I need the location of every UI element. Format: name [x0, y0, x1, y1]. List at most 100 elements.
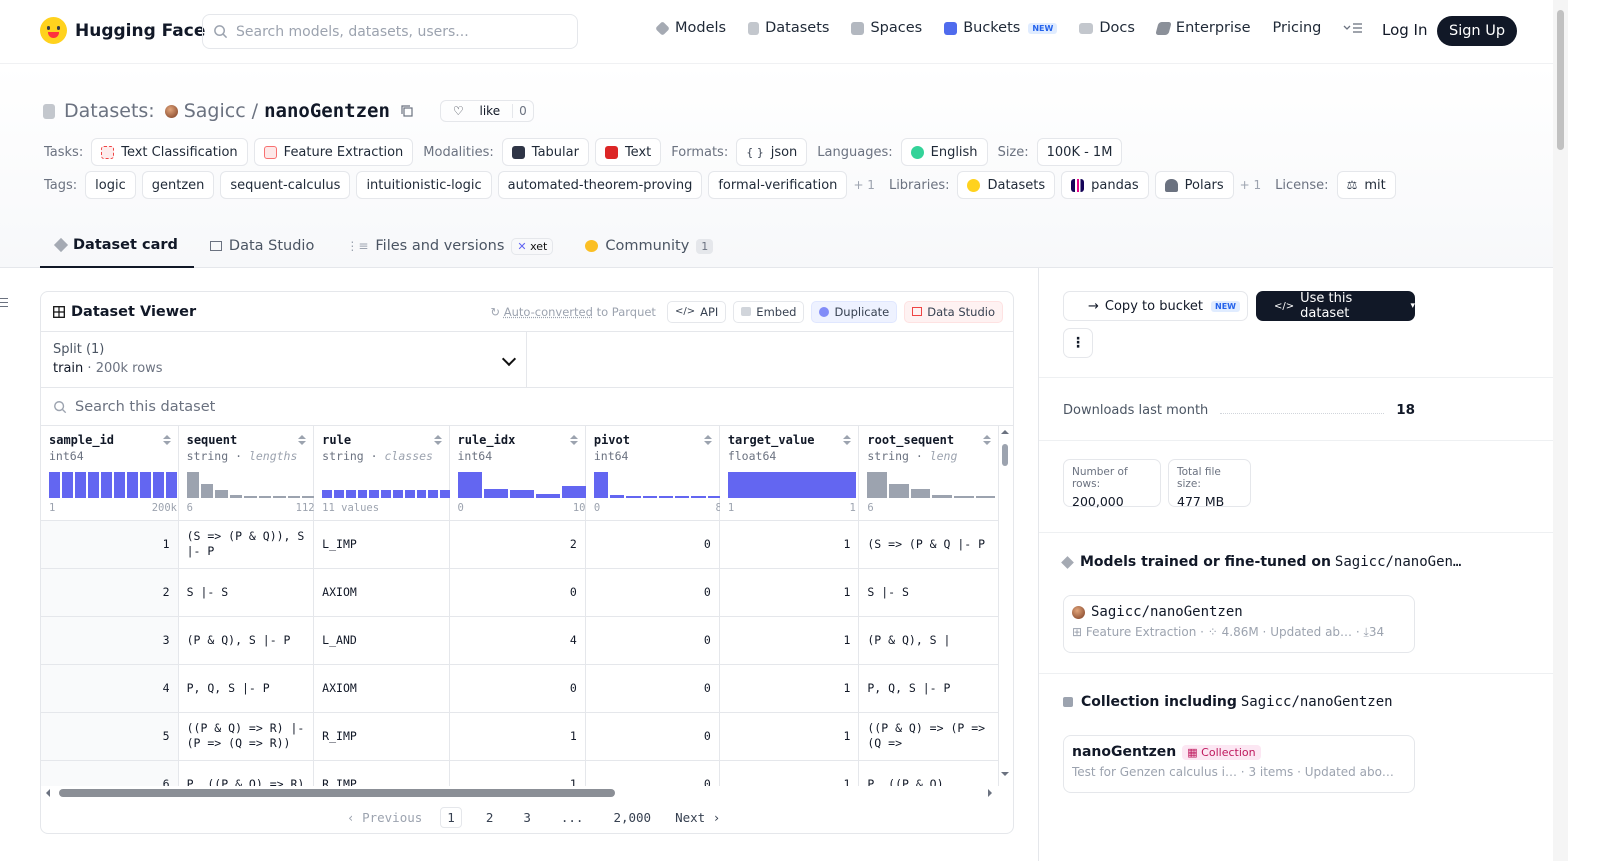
histogram-bar[interactable] [229, 495, 243, 498]
cell-pivot[interactable]: 0 [585, 760, 720, 786]
cell-pivot[interactable]: 0 [585, 616, 720, 665]
column-header-target-value[interactable]: target_value float64 1 1 [719, 426, 860, 521]
sort-icon[interactable] [703, 435, 712, 445]
repo-name[interactable]: nanoGentzen [264, 100, 390, 122]
histogram-bar[interactable] [416, 490, 427, 498]
cell-rule-idx[interactable]: 0 [449, 568, 586, 617]
cell-rule-idx[interactable]: 0 [449, 664, 586, 713]
cell-root-sequent[interactable]: ((P & Q) => (P => (Q => [858, 712, 999, 761]
copy-to-bucket-button[interactable]: → Copy to bucket NEW [1063, 291, 1248, 321]
cell-sample-id[interactable]: 5 [41, 712, 179, 761]
scroll-right-icon[interactable] [988, 789, 992, 797]
histogram-bar[interactable] [675, 496, 690, 498]
auto-converted-note[interactable]: ↻ Auto-converted to Parquet [490, 305, 656, 319]
histogram-bar[interactable] [49, 472, 60, 498]
nav-pricing[interactable]: Pricing [1273, 20, 1322, 36]
cell-rule[interactable]: AXIOM [313, 568, 450, 617]
cell-rule-idx[interactable]: 1 [449, 712, 586, 761]
histogram-bar[interactable] [658, 496, 674, 498]
histogram-bar[interactable] [357, 490, 368, 498]
histogram-bar[interactable] [101, 472, 112, 498]
cell-rule[interactable]: AXIOM [313, 664, 450, 713]
signup-button[interactable]: Sign Up [1437, 16, 1518, 46]
model-card[interactable]: Sagicc/nanoGentzen ⊞ Feature Extraction … [1063, 595, 1415, 653]
histogram-bar[interactable] [287, 496, 301, 498]
cell-target-value[interactable]: 1 [719, 760, 860, 786]
histogram-bar[interactable] [114, 472, 125, 498]
task-tag-text-classification[interactable]: Text Classification [91, 138, 248, 166]
histogram-bar[interactable] [691, 496, 706, 498]
format-tag-json[interactable]: { } json [736, 138, 808, 166]
histogram-bar[interactable] [345, 490, 356, 498]
modality-tag-tabular[interactable]: Tabular [501, 138, 589, 166]
cell-root-sequent[interactable]: P, Q, S |- P [858, 664, 999, 713]
tag-automated-theorem-proving[interactable]: automated-theorem-proving [497, 171, 703, 199]
libraries-more[interactable]: + 1 [1240, 178, 1262, 192]
table-horizontal-scrollbar[interactable] [41, 786, 999, 800]
cell-sequent[interactable]: P, Q, S |- P [178, 664, 315, 713]
tag-gentzen[interactable]: gentzen [141, 171, 215, 199]
cell-rule[interactable]: L_IMP [313, 520, 450, 569]
global-search[interactable] [202, 14, 578, 49]
histogram-bar[interactable] [932, 495, 953, 498]
use-this-dataset-button[interactable]: </> Use this dataset ▾ [1256, 291, 1415, 321]
cell-pivot[interactable]: 0 [585, 712, 720, 761]
data-studio-button[interactable]: Data Studio [904, 300, 1003, 323]
tag-sequent-calculus[interactable]: sequent-calculus [220, 171, 351, 199]
nav-enterprise[interactable]: Enterprise [1155, 20, 1251, 36]
histogram-bar[interactable] [642, 496, 657, 498]
histogram-bar[interactable] [381, 490, 392, 498]
cell-rule[interactable]: R_IMP [313, 760, 450, 786]
cell-sequent[interactable]: S |- S [178, 568, 315, 617]
sort-icon[interactable] [983, 435, 991, 445]
duplicate-button[interactable]: Duplicate [811, 300, 898, 323]
more-options-button[interactable]: ⋮ [1063, 328, 1093, 358]
page-scrollbar[interactable] [1553, 0, 1568, 861]
histogram-bar[interactable] [483, 488, 508, 498]
sort-icon[interactable] [569, 435, 578, 445]
table-row[interactable]: 6 P, ((P & Q) => R) R_IMP 1 0 1 P, ((P & Q) [41, 760, 999, 786]
nav-docs[interactable]: Docs [1079, 20, 1135, 36]
license-tag[interactable]: ⚖ mit [1336, 171, 1396, 199]
histogram-bar[interactable] [910, 488, 931, 498]
column-header-root-sequent[interactable]: root_sequent string · leng 6 [858, 426, 999, 521]
copy-icon[interactable] [400, 104, 414, 118]
page-scroll-thumb[interactable] [1557, 10, 1564, 150]
nav-spaces[interactable]: Spaces [851, 20, 922, 36]
table-row[interactable]: 5 ((P & Q) => R) |- (P => (Q => R)) R_IMP 1… [41, 712, 999, 761]
histogram-bar[interactable] [273, 496, 286, 498]
cell-sequent[interactable]: P, ((P & Q) => R) [178, 760, 315, 786]
scroll-down-icon[interactable] [1001, 772, 1009, 776]
histogram-bar[interactable] [954, 496, 974, 498]
histogram-bar[interactable] [244, 496, 257, 498]
histogram-bar[interactable] [727, 472, 856, 498]
scroll-up-icon[interactable] [1001, 430, 1009, 434]
sort-icon[interactable] [433, 435, 442, 445]
table-row[interactable]: 4 P, Q, S |- P AXIOM 0 0 1 P, Q, S |- P [41, 664, 999, 713]
histogram-bar[interactable] [186, 472, 200, 498]
tag-intuitionistic-logic[interactable]: intuitionistic-logic [356, 171, 492, 199]
nav-datasets[interactable]: Datasets [748, 20, 829, 36]
nav-models[interactable]: Models [655, 20, 726, 36]
histogram-bar[interactable] [88, 472, 99, 498]
cell-root-sequent[interactable]: P, ((P & Q) [858, 760, 999, 786]
histogram-bar[interactable] [322, 490, 332, 498]
like-button[interactable]: ♡ like 0 [439, 100, 534, 122]
cell-pivot[interactable]: 0 [585, 664, 720, 713]
cell-sequent[interactable]: (S => (P & Q)), S |- P [178, 520, 315, 569]
table-row[interactable]: 1 (S => (P & Q)), S |- P L_IMP 2 0 1 (S => (P … [41, 520, 999, 569]
histogram-bar[interactable] [333, 490, 344, 498]
library-tag-pandas[interactable]: pandas [1061, 171, 1149, 199]
pagination-next[interactable]: Next › [675, 810, 720, 825]
histogram-bar[interactable] [457, 472, 482, 498]
repo-type-label[interactable]: Datasets: [64, 100, 155, 122]
histogram-bar[interactable] [626, 496, 641, 498]
nav-buckets[interactable]: Buckets NEW [944, 20, 1058, 36]
cell-sequent[interactable]: (P & Q), S |- P [178, 616, 315, 665]
embed-button[interactable]: Embed [733, 300, 805, 323]
page-3[interactable]: 3 [517, 808, 537, 827]
global-search-input[interactable] [236, 23, 556, 40]
auto-converted-link[interactable]: Auto-converted [504, 305, 593, 319]
tab-data-studio[interactable]: Data Studio [194, 224, 330, 268]
column-header-pivot[interactable]: pivot int64 08 [585, 426, 722, 521]
